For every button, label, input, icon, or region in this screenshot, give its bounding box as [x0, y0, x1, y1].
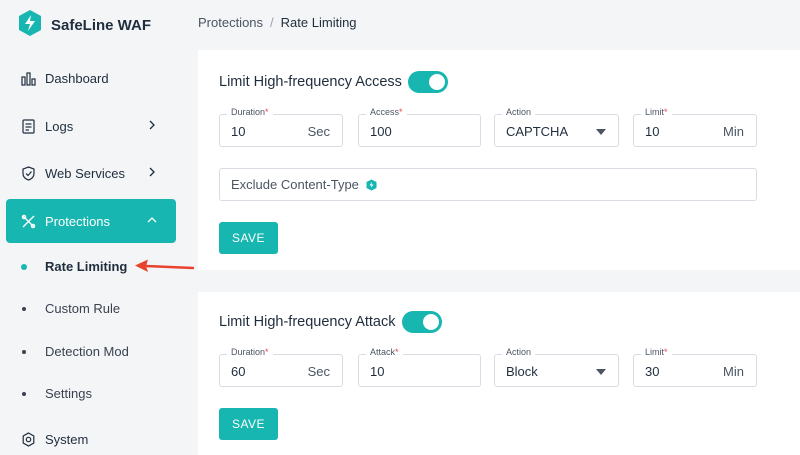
sidebar-subitem-label: Detection Mod [45, 344, 129, 359]
save-button[interactable]: SAVE [219, 408, 278, 440]
access-limit-toggle[interactable] [407, 71, 448, 93]
panel-title-text: Limit High-frequency Access [219, 74, 402, 90]
safeline-logo-icon [18, 9, 42, 42]
sidebar-item-label: Dashboard [45, 70, 109, 86]
field-label: Limit* [641, 107, 672, 117]
bullet-dot [22, 306, 26, 311]
sidebar-subitem-label: Custom Rule [45, 301, 121, 316]
tools-icon [20, 213, 36, 229]
action-select[interactable]: Action Block [494, 347, 619, 387]
field-label: Action [502, 347, 536, 357]
sidebar-subitem-label: Settings [45, 386, 92, 401]
sidebar-item-web-services[interactable]: Web Services [6, 151, 176, 195]
sidebar-item-protections[interactable]: Protections [6, 199, 176, 243]
caret-down-icon [596, 369, 606, 375]
field-unit: Min [723, 124, 744, 139]
field-label: Duration* [227, 347, 273, 357]
sidebar-subitem-label: Rate Limiting [45, 259, 128, 274]
field-label: Action [502, 107, 536, 117]
action-select[interactable]: Action CAPTCHA [494, 107, 619, 147]
field-value: 100 [370, 124, 392, 139]
field-value: CAPTCHA [506, 124, 569, 139]
attack-limit-toggle[interactable] [401, 311, 442, 333]
chevron-right-icon [149, 120, 155, 130]
limit-field[interactable]: Limit* 30 Min [633, 347, 757, 387]
limit-field[interactable]: Limit* 10 Min [633, 107, 757, 147]
breadcrumb-parent[interactable]: Protections [198, 15, 263, 30]
sidebar-subitem-detection-mod[interactable]: Detection Mod [22, 344, 129, 359]
gear-icon [20, 431, 36, 447]
access-field[interactable]: Access* 100 [358, 107, 481, 147]
save-button[interactable]: SAVE [219, 222, 278, 254]
attack-field[interactable]: Attack* 10 [358, 347, 481, 387]
bar-chart-icon [20, 70, 36, 86]
sidebar: SafeLine WAF Dashboard Logs Web Services… [0, 0, 190, 455]
sidebar-item-system[interactable]: System [6, 417, 176, 455]
sidebar-subitem-rate-limiting[interactable]: Rate Limiting [21, 259, 128, 274]
field-value: 10 [370, 364, 385, 379]
bullet-dot [22, 391, 26, 396]
field-value: 30 [645, 364, 660, 379]
sidebar-subitem-settings[interactable]: Settings [22, 386, 92, 401]
field-unit: Sec [307, 124, 330, 139]
sidebar-item-label: Protections [45, 213, 111, 229]
field-label: Limit* [641, 347, 672, 357]
logo[interactable]: SafeLine WAF [18, 9, 151, 42]
exclude-label: Exclude Content-Type [231, 177, 359, 192]
field-value: 10 [231, 124, 246, 139]
field-label: Attack* [366, 347, 403, 357]
duration-field[interactable]: Duration* 60 Sec [219, 347, 343, 387]
field-value: 10 [645, 124, 660, 139]
breadcrumb: Protections / Rate Limiting [198, 15, 357, 30]
shield-icon [20, 165, 36, 181]
document-icon [20, 118, 36, 134]
sidebar-item-label: Logs [45, 118, 74, 134]
breadcrumb-separator: / [270, 15, 274, 30]
app-title: SafeLine WAF [51, 17, 152, 34]
bullet-dot [22, 349, 26, 354]
breadcrumb-current: Rate Limiting [280, 15, 357, 30]
sidebar-item-dashboard[interactable]: Dashboard [6, 56, 176, 100]
chevron-up-icon [147, 217, 157, 223]
exclude-content-type-field[interactable]: Exclude Content-Type [219, 168, 757, 201]
caret-down-icon [596, 129, 606, 135]
annotation-arrow-icon [135, 259, 195, 272]
sidebar-item-label: System [45, 431, 89, 447]
field-value: 60 [231, 364, 246, 379]
panel-title: Limit High-frequency Access [219, 71, 448, 93]
sidebar-item-label: Web Services [45, 165, 125, 181]
field-value: Block [506, 364, 538, 379]
hexagon-icon [366, 179, 377, 190]
field-label: Access* [366, 107, 407, 117]
field-label: Duration* [227, 107, 273, 117]
sidebar-item-logs[interactable]: Logs [6, 104, 176, 148]
panel-title-text: Limit High-frequency Attack [219, 314, 396, 330]
field-unit: Sec [307, 364, 330, 379]
field-unit: Min [723, 364, 744, 379]
panel-title: Limit High-frequency Attack [219, 311, 442, 333]
rate-limit-attack-panel: Limit High-frequency Attack Duration* 60… [198, 292, 800, 455]
rate-limit-access-panel: Limit High-frequency Access Duration* 10… [198, 50, 800, 270]
sidebar-subitem-custom-rule[interactable]: Custom Rule [22, 301, 120, 316]
duration-field[interactable]: Duration* 10 Sec [219, 107, 343, 147]
chevron-right-icon [149, 167, 155, 177]
bullet-dot [21, 263, 27, 270]
